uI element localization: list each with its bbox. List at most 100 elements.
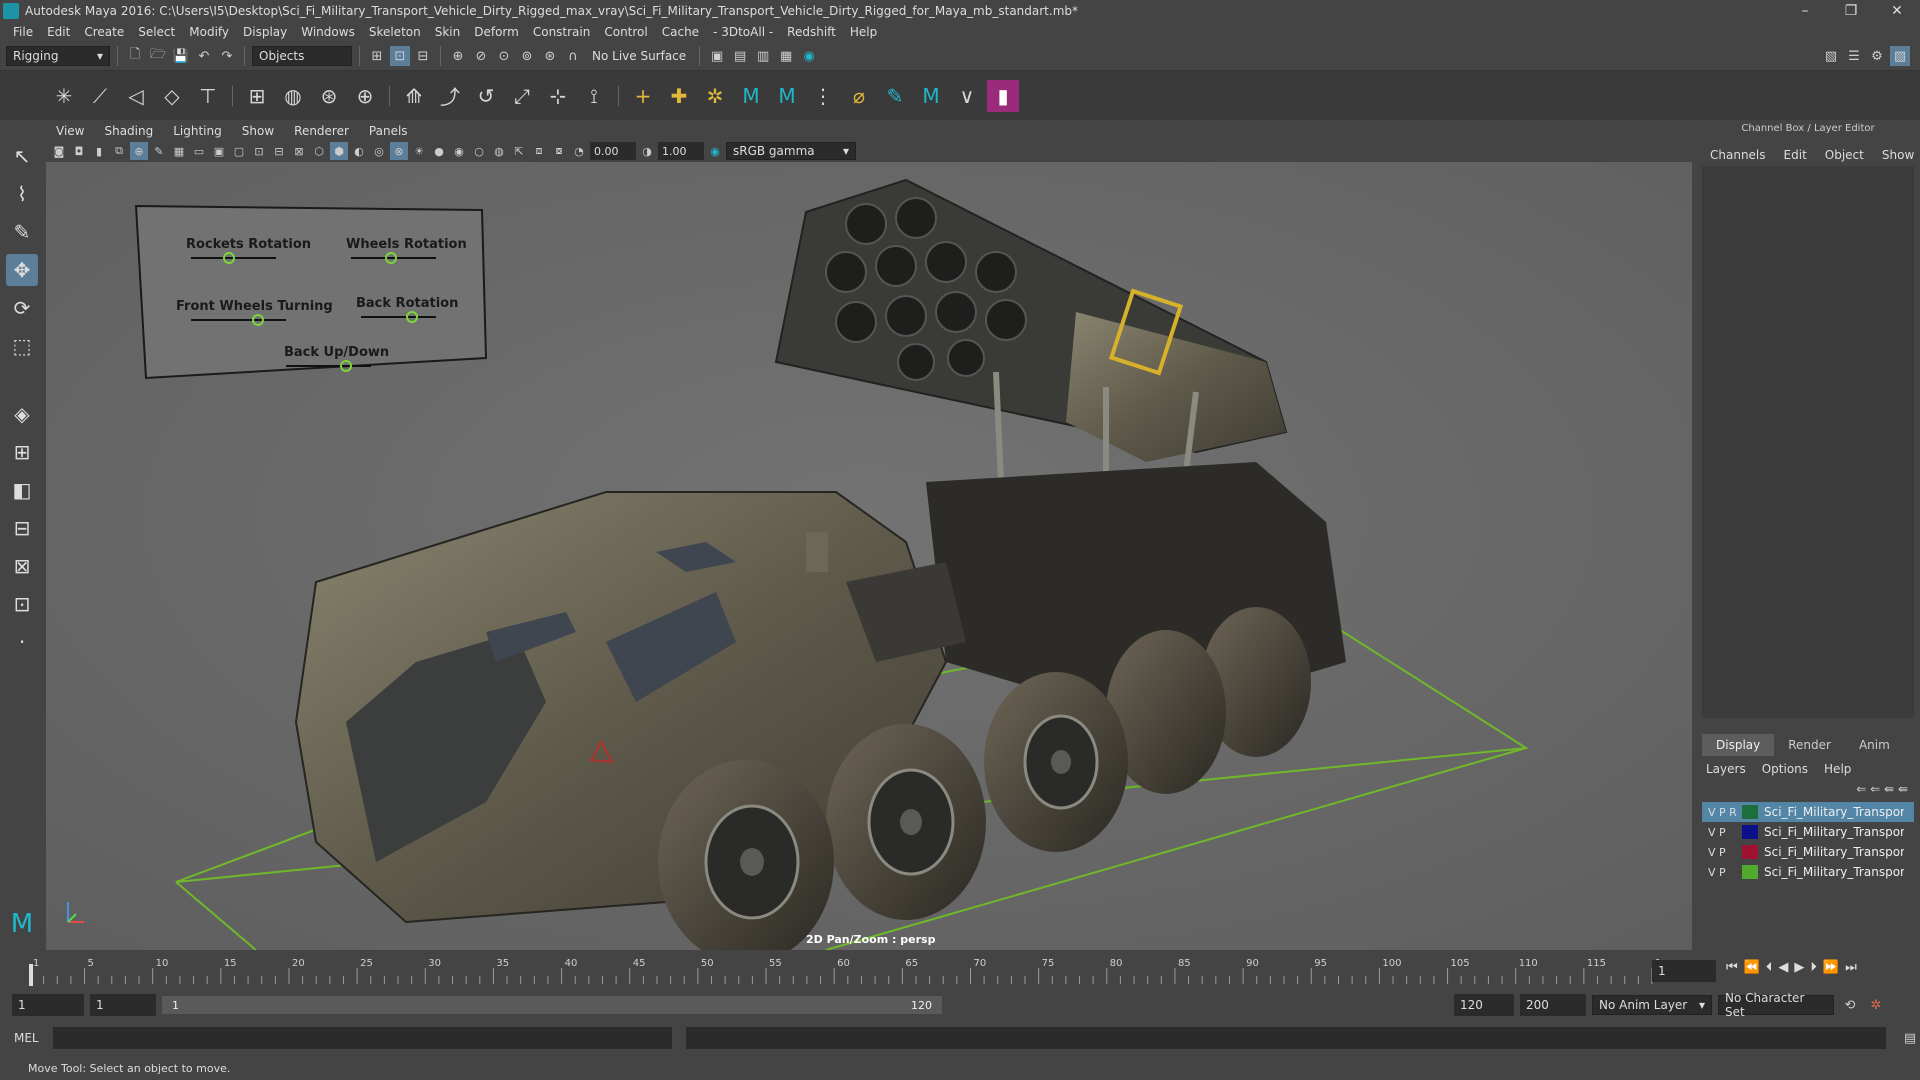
move-layer-down-icon[interactable]: ⇐ — [1870, 782, 1880, 796]
layer-color-swatch[interactable] — [1742, 805, 1758, 819]
ambient-occlusion-icon[interactable]: ◉ — [450, 142, 468, 160]
selection-mode-dropdown[interactable]: Objects — [252, 46, 352, 66]
layer-flags[interactable]: V P — [1702, 846, 1742, 859]
snap-point-icon[interactable]: ⊙ — [494, 46, 514, 66]
point-constraint-icon[interactable]: ⟰ — [398, 80, 430, 112]
menu-set-dropdown[interactable]: Rigging ▾ — [6, 46, 110, 66]
attribute-editor-icon[interactable]: ☰ — [1844, 46, 1864, 66]
vp-menu-renderer[interactable]: Renderer — [284, 124, 359, 138]
profiler-icon[interactable]: ▮ — [987, 79, 1019, 112]
menu-redshift[interactable]: Redshift — [780, 25, 843, 39]
layer-row[interactable]: V P R Sci_Fi_Military_Transport_Vehicle — [1702, 802, 1914, 822]
layer-menu-help[interactable]: Help — [1824, 762, 1851, 776]
snap-view-icon[interactable]: ⊚ — [517, 46, 537, 66]
lattice-icon[interactable]: ⊛ — [313, 80, 345, 112]
ik-handle-icon[interactable]: ⟋ — [84, 80, 116, 112]
preferences-icon[interactable]: ✲ — [1866, 995, 1886, 1015]
step-back-frame-icon[interactable]: ⏴ — [1766, 960, 1773, 975]
pole-vector-icon[interactable]: ⟟ — [578, 80, 610, 112]
script-editor-icon[interactable]: ▤ — [1900, 1028, 1920, 1048]
go-to-start-icon[interactable]: ⏮ — [1726, 960, 1738, 975]
scene-start-field[interactable]: 1 — [12, 994, 84, 1016]
snap-surface-icon[interactable]: ⊛ — [540, 46, 560, 66]
redo-icon[interactable]: ↷ — [217, 46, 237, 66]
layer-flags[interactable]: V P R — [1702, 806, 1742, 819]
render-globe-icon[interactable]: ◉ — [799, 46, 819, 66]
cluster-icon[interactable]: ⊕ — [349, 80, 381, 112]
menu-file[interactable]: File — [6, 25, 40, 39]
parent-constraint-icon[interactable]: ⊹ — [542, 80, 574, 112]
undo-icon[interactable]: ↶ — [194, 46, 214, 66]
layer-color-swatch[interactable] — [1742, 845, 1758, 859]
exposure-field[interactable]: 0.00 — [590, 142, 636, 160]
layer-color-swatch[interactable] — [1742, 865, 1758, 879]
cb-menu-edit[interactable]: Edit — [1784, 148, 1807, 162]
menu-edit[interactable]: Edit — [40, 25, 77, 39]
step-forward-key-icon[interactable]: ⏩ — [1823, 960, 1839, 975]
layer-flags[interactable]: V P — [1702, 866, 1742, 879]
select-hierarchy-icon[interactable]: ⊞ — [367, 46, 387, 66]
layout-single-icon[interactable]: ◈ — [6, 398, 38, 430]
lights-icon[interactable]: ☀ — [410, 142, 428, 160]
layer-row[interactable]: V P Sci_Fi_Military_Transport_Vehicle — [1702, 862, 1914, 882]
hik-icon[interactable]: ✲ — [699, 80, 731, 112]
image-plane-icon[interactable]: ⧉ — [110, 142, 128, 160]
paint-effects-icon[interactable]: ✎ — [879, 80, 911, 112]
wireframe-icon[interactable]: ⬡ — [310, 142, 328, 160]
snap-curve-icon[interactable]: ⊘ — [471, 46, 491, 66]
ik-spline-icon[interactable]: ◁ — [120, 80, 152, 112]
menu-windows[interactable]: Windows — [294, 25, 362, 39]
current-time-marker[interactable] — [29, 964, 33, 986]
live-surface-label[interactable]: No Live Surface — [586, 49, 692, 63]
menu-display[interactable]: Display — [236, 25, 294, 39]
pan-zoom-icon[interactable]: ⊕ — [130, 142, 148, 160]
snap-grid-icon[interactable]: ⊕ — [448, 46, 468, 66]
locator-icon[interactable]: + — [627, 80, 659, 112]
go-to-end-icon[interactable]: ⏭ — [1845, 960, 1857, 975]
layer-row[interactable]: V P Sci_Fi_Military_Transport_Vehicle — [1702, 822, 1914, 842]
menu-control[interactable]: Control — [597, 25, 654, 39]
xray-components-icon[interactable]: ⧇ — [550, 142, 568, 160]
grid-icon[interactable]: ▦ — [170, 142, 188, 160]
tab-anim[interactable]: Anim — [1844, 734, 1904, 756]
step-back-key-icon[interactable]: ⏪ — [1744, 960, 1760, 975]
tool-settings-icon[interactable]: ⚙ — [1867, 46, 1887, 66]
vp-menu-lighting[interactable]: Lighting — [163, 124, 232, 138]
restore-button[interactable]: ❐ — [1828, 3, 1874, 19]
motion-blur-icon[interactable]: ○ — [470, 142, 488, 160]
close-button[interactable]: ✕ — [1874, 3, 1920, 19]
blend-shape-icon[interactable]: ⋮ — [807, 80, 839, 112]
gamma-icon[interactable]: ◑ — [638, 142, 656, 160]
channel-box-icon[interactable]: ▨ — [1890, 46, 1910, 66]
xray-icon[interactable]: ⊗ — [390, 142, 408, 160]
paint-weights-icon[interactable]: ◍ — [277, 80, 309, 112]
vp-menu-view[interactable]: View — [46, 124, 94, 138]
gate-mask-icon[interactable]: ▢ — [230, 142, 248, 160]
human-ik-icon[interactable]: M — [771, 80, 803, 112]
vp-menu-show[interactable]: Show — [232, 124, 284, 138]
cb-menu-show[interactable]: Show — [1882, 148, 1914, 162]
ipr-render-icon[interactable]: ▤ — [730, 46, 750, 66]
move-layer-up-icon[interactable]: ⇐ — [1856, 782, 1866, 796]
cb-menu-channels[interactable]: Channels — [1710, 148, 1766, 162]
textured-icon[interactable]: ◎ — [370, 142, 388, 160]
layer-menu-options[interactable]: Options — [1762, 762, 1808, 776]
hypershade-icon[interactable]: ▦ — [776, 46, 796, 66]
step-forward-frame-icon[interactable]: ⏵ — [1810, 960, 1817, 975]
new-scene-icon[interactable]: 🗋 — [125, 46, 145, 66]
menu-help[interactable]: Help — [843, 25, 884, 39]
menu-create[interactable]: Create — [77, 25, 131, 39]
menu-constrain[interactable]: Constrain — [526, 25, 598, 39]
graph-editor-icon[interactable]: ∨ — [951, 80, 983, 112]
layer-menu-layers[interactable]: Layers — [1706, 762, 1746, 776]
perspective-viewport[interactable]: Rockets Rotation Wheels Rotation Front W… — [46, 162, 1692, 950]
layer-flags[interactable]: V P — [1702, 826, 1742, 839]
script-language-label[interactable]: MEL — [14, 1031, 39, 1045]
menu-deform[interactable]: Deform — [467, 25, 526, 39]
camera-attributes-icon[interactable]: ◘ — [70, 142, 88, 160]
resolution-gate-icon[interactable]: ▣ — [210, 142, 228, 160]
menu-cache[interactable]: Cache — [655, 25, 706, 39]
select-object-icon[interactable]: ⊡ — [390, 46, 410, 66]
aim-constraint-icon[interactable]: ⤴ — [434, 80, 466, 112]
camera-select-icon[interactable]: ◙ — [50, 142, 68, 160]
